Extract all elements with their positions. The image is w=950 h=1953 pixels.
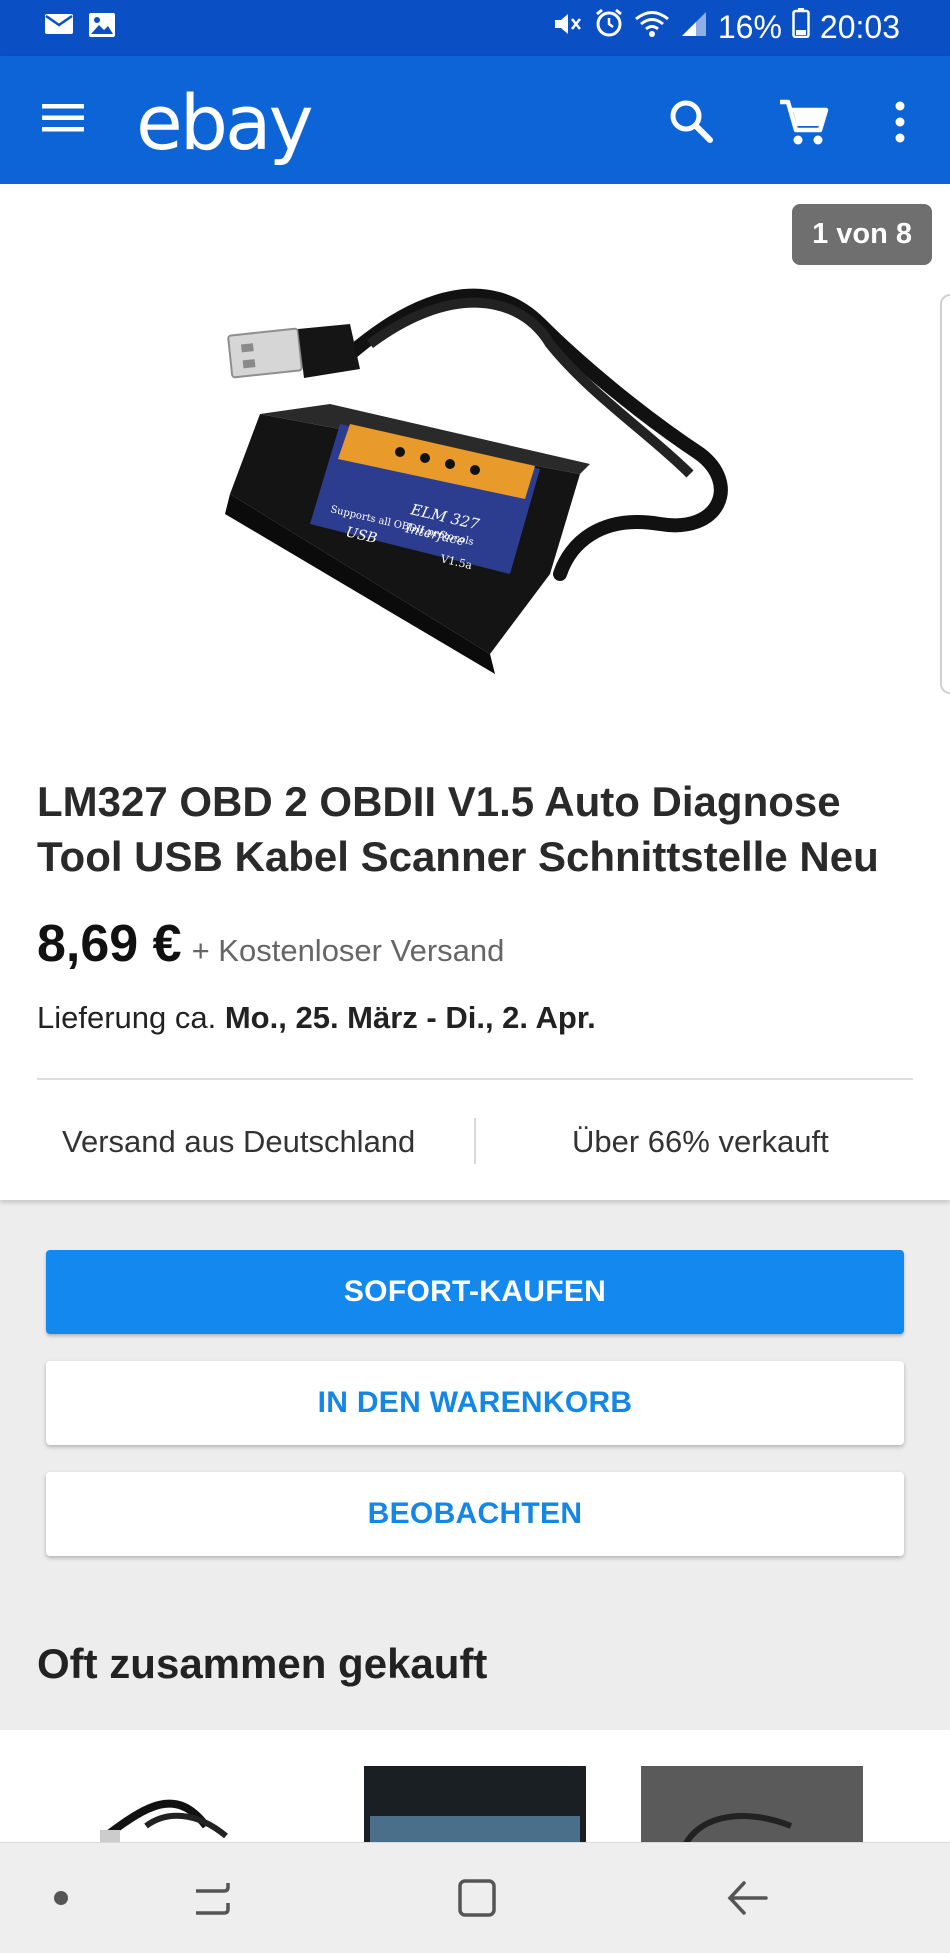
status-bar: 16% 20:03 (0, 0, 950, 56)
wifi-icon (634, 9, 670, 46)
related-item-thumbnail[interactable] (86, 1766, 308, 1842)
divider (37, 1078, 913, 1080)
app-bar: ebay (0, 56, 950, 184)
feature-shipping-origin: Versand aus Deutschland (62, 1124, 416, 1159)
back-icon[interactable] (722, 1873, 772, 1923)
related-item-thumbnail[interactable] (641, 1766, 863, 1842)
image-counter-badge: 1 von 8 (792, 204, 932, 265)
system-nav-bar (0, 1842, 950, 1953)
price: 8,69 € (37, 915, 182, 973)
menu-icon[interactable] (40, 100, 90, 140)
nav-indicator-dot (54, 1891, 68, 1905)
delivery-estimate: Lieferung ca. Mo., 25. März - Di., 2. Ap… (37, 1000, 596, 1036)
feature-separator (474, 1118, 476, 1164)
recent-apps-icon[interactable] (190, 1873, 234, 1923)
related-item-thumbnail[interactable] (364, 1766, 586, 1842)
next-image-peek[interactable] (940, 294, 950, 694)
product-detail: 1 von 8 ELM 327 Interface Supports all O… (0, 184, 950, 1200)
frequently-bought-title: Oft zusammen gekauft (37, 1640, 488, 1687)
mute-icon (552, 9, 584, 46)
product-image[interactable]: ELM 327 Interface Supports all OBDII pro… (220, 274, 740, 674)
watch-button[interactable]: BEOBACHTEN (46, 1472, 904, 1556)
ebay-logo[interactable]: ebay (136, 78, 314, 167)
search-icon[interactable] (664, 94, 720, 150)
image-icon (88, 12, 116, 43)
delivery-dates: Mo., 25. März - Di., 2. Apr. (224, 1000, 596, 1035)
more-vert-icon[interactable] (880, 94, 920, 150)
feature-sold-percent: Über 66% verkauft (572, 1124, 829, 1159)
alarm-icon (594, 8, 624, 46)
clock: 20:03 (819, 8, 900, 45)
price-row: 8,69 € + Kostenloser Versand (37, 914, 504, 974)
product-title: LM327 OBD 2 OBDII V1.5 Auto Diagnose Too… (37, 778, 879, 880)
home-icon[interactable] (456, 1873, 500, 1923)
signal-icon (680, 9, 708, 46)
battery-icon (792, 8, 810, 46)
shipping-info: + Kostenloser Versand (191, 933, 505, 968)
buy-now-button[interactable]: SOFORT-KAUFEN (46, 1250, 904, 1334)
cart-icon[interactable] (776, 94, 832, 150)
related-items-strip (0, 1730, 950, 1842)
battery-percent: 16% (717, 8, 782, 45)
delivery-prefix: Lieferung ca. (37, 1000, 217, 1035)
mail-icon (44, 12, 74, 43)
add-to-cart-button[interactable]: IN DEN WARENKORB (46, 1361, 904, 1445)
